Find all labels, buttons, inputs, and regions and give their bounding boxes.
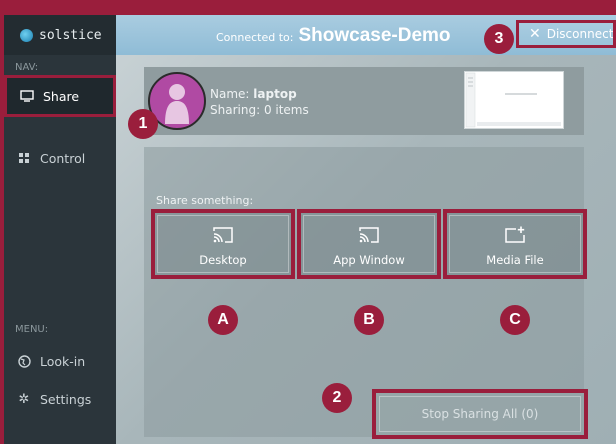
cast-icon: [358, 226, 380, 249]
callout-marker-3: 3: [484, 24, 514, 54]
name-prefix: Name:: [210, 87, 250, 101]
solstice-logo-icon: [20, 28, 33, 42]
disconnect-button[interactable]: ✕ Disconnect: [516, 20, 616, 48]
user-info-card: Name: laptop Sharing: 0 items: [144, 67, 584, 135]
callout-marker-a: A: [208, 305, 238, 335]
connection-status: Connected to: Showcase-Demo: [216, 25, 451, 47]
nav-section-label: NAV:: [15, 62, 39, 73]
menu-section-label: MENU:: [15, 324, 49, 335]
callout-marker-b: B: [354, 305, 384, 335]
screen-preview-thumbnail: [464, 71, 564, 129]
host-name: Showcase-Demo: [298, 25, 451, 46]
menu-item-look-in[interactable]: Look-in: [4, 343, 116, 379]
callout-marker-c: C: [500, 305, 530, 335]
sharing-prefix: Sharing:: [210, 103, 261, 117]
add-file-icon: [504, 226, 526, 249]
monitor-icon: [19, 90, 35, 102]
sidebar-item-label: Look-in: [40, 353, 86, 369]
logo: solstice: [4, 15, 116, 55]
sidebar-item-share[interactable]: Share: [4, 75, 116, 117]
header-bar: Connected to: Showcase-Demo ✕ Disconnect: [116, 15, 616, 55]
menu-item-settings[interactable]: ✲ Settings: [4, 381, 116, 417]
share-desktop-button[interactable]: Desktop: [151, 209, 295, 279]
grid-icon: [16, 153, 32, 163]
sharing-status-line: Sharing: 0 items: [210, 103, 309, 117]
callout-marker-2: 2: [322, 383, 352, 413]
sidebar-item-label: Settings: [40, 391, 92, 407]
globe-icon: [16, 354, 32, 368]
cast-icon: [212, 226, 234, 249]
disconnect-label: Disconnect: [546, 27, 614, 41]
button-frame: [379, 396, 581, 432]
app-name: solstice: [39, 27, 102, 43]
user-name: laptop: [253, 87, 297, 101]
sidebar-item-label: Share: [43, 88, 80, 104]
sidebar-item-label: Control: [40, 150, 86, 166]
solstice-app: solstice NAV: Share Control MENU: Look-i…: [4, 15, 616, 444]
close-icon: ✕: [529, 26, 541, 42]
user-silhouette-icon: [165, 84, 189, 124]
connected-label: Connected to:: [216, 31, 294, 44]
gear-icon: ✲: [18, 391, 30, 407]
button-label: App Window: [333, 253, 405, 267]
preview-image: [465, 72, 563, 128]
share-prompt: Share something:: [156, 194, 254, 207]
sharing-count: 0 items: [263, 103, 309, 117]
sidebar: solstice NAV: Share Control MENU: Look-i…: [4, 15, 116, 444]
user-name-line: Name: laptop: [210, 87, 297, 101]
button-label: Desktop: [199, 253, 247, 267]
callout-marker-1: 1: [128, 109, 158, 139]
share-media-file-button[interactable]: Media File: [443, 209, 587, 279]
share-app-window-button[interactable]: App Window: [297, 209, 441, 279]
button-label: Media File: [486, 253, 544, 267]
sidebar-item-control[interactable]: Control: [4, 140, 116, 176]
stop-sharing-all-button[interactable]: Stop Sharing All (0): [372, 389, 588, 439]
main-panel: Name: laptop Sharing: 0 items Share some…: [116, 55, 616, 444]
